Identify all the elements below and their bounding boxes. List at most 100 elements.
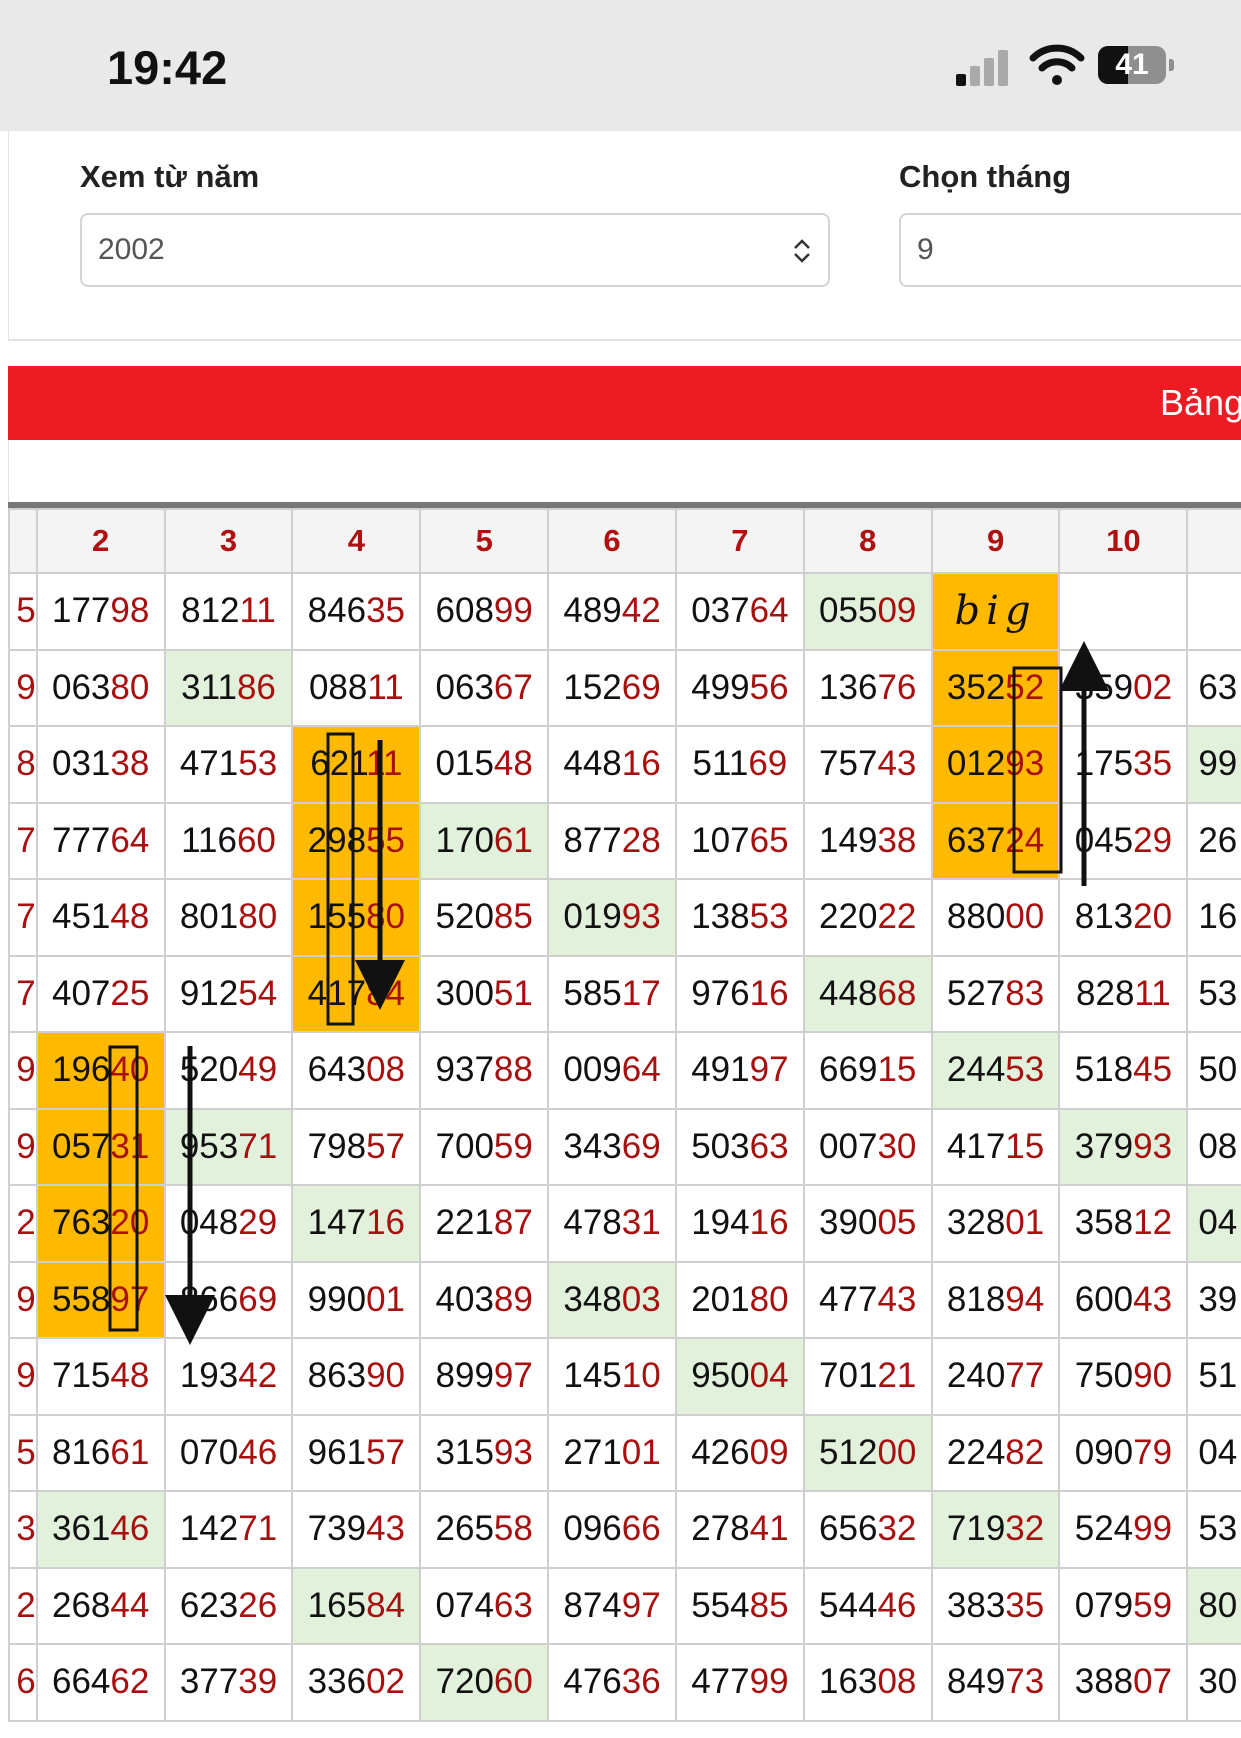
overflow-cell: 53 — [1186, 954, 1241, 1033]
result-prefix: 520 — [435, 897, 494, 937]
result-suffix: 67 — [493, 667, 533, 707]
month-select[interactable]: 9 — [899, 213, 1241, 287]
result-prefix: 763 — [51, 1203, 111, 1243]
result-suffix: 77 — [1005, 1356, 1045, 1396]
result-prefix: 511 — [692, 744, 749, 784]
result-cell: 16308 — [802, 1643, 933, 1722]
result-prefix: 739 — [307, 1509, 367, 1549]
result-prefix: 720 — [435, 1662, 494, 1702]
result-suffix: 80 — [110, 667, 150, 707]
result-cell: 84973 — [930, 1643, 1061, 1722]
result-suffix: 93 — [621, 897, 661, 937]
result-cell: 09666 — [547, 1490, 677, 1569]
table-row: 8 03138 47153 62111 01548 44816 51169 75743 0129… — [8, 725, 1241, 804]
result-cell: 14271 — [163, 1490, 294, 1569]
result-suffix: 84 — [366, 1585, 406, 1625]
result-cell: 47743 — [802, 1260, 933, 1339]
result-suffix: 69 — [621, 667, 661, 707]
result-suffix: 61 — [493, 820, 533, 860]
result-cell: 30051 — [419, 954, 550, 1033]
result-cell: 07463 — [419, 1566, 550, 1645]
result-cell: 07046 — [163, 1413, 294, 1492]
result-cell: 15269 — [547, 648, 677, 727]
result-suffix: 61 — [110, 1432, 150, 1472]
result-suffix: 90 — [366, 1356, 406, 1396]
result-prefix: 194 — [691, 1203, 750, 1243]
result-suffix: 08 — [366, 1050, 406, 1090]
result-cell: 93788 — [419, 1031, 550, 1110]
result-prefix: 846 — [307, 591, 367, 631]
result-cell: 77764 — [35, 801, 166, 880]
result-prefix: 701 — [819, 1356, 878, 1396]
column-header: 8 — [802, 508, 933, 574]
result-prefix: 165 — [307, 1585, 367, 1625]
result-prefix: 136 — [819, 667, 878, 707]
result-cell — [1058, 572, 1189, 651]
result-prefix: 278 — [691, 1509, 750, 1549]
result-cell: 14938 — [802, 801, 933, 880]
result-cell: 38807 — [1058, 1643, 1189, 1722]
result-cell: 60043 — [1058, 1260, 1189, 1339]
row-edge-value: 9 — [16, 1050, 36, 1090]
result-suffix: 64 — [749, 591, 789, 631]
result-suffix: 65 — [749, 820, 789, 860]
row-edge-cell: 5 — [8, 1413, 38, 1492]
table-header-row: 2 3 4 5 6 7 8 9 10 — [8, 508, 1241, 574]
result-suffix: 02 — [366, 1662, 406, 1702]
result-suffix: 22 — [877, 897, 917, 937]
result-prefix: 656 — [819, 1509, 878, 1549]
row-edge-cell: 6 — [8, 1643, 38, 1722]
table-title-banner: Bảng — [8, 366, 1241, 440]
result-suffix: 59 — [493, 1126, 533, 1166]
result-prefix: 045 — [1074, 820, 1134, 860]
result-prefix: 116 — [181, 820, 237, 860]
result-prefix: 145 — [563, 1356, 622, 1396]
result-cell: 75743 — [802, 725, 933, 804]
year-select[interactable]: 2002 — [80, 213, 830, 287]
result-suffix: 42 — [621, 591, 661, 631]
result-suffix: 53 — [1005, 1050, 1045, 1090]
overflow-cell: 39 — [1186, 1260, 1241, 1339]
column-header: 3 — [163, 508, 294, 574]
result-suffix: 32 — [1005, 1509, 1045, 1549]
result-prefix: 750 — [1074, 1356, 1134, 1396]
overflow-value: 63 — [1198, 667, 1238, 707]
result-suffix: 00 — [1005, 897, 1045, 937]
result-suffix: 46 — [877, 1585, 917, 1625]
result-prefix: 177 — [51, 591, 111, 631]
row-edge-cell: 2 — [8, 1184, 38, 1263]
result-prefix: 196 — [51, 1050, 111, 1090]
result-prefix: 265 — [435, 1509, 494, 1549]
result-cell: 06367 — [419, 648, 550, 727]
result-suffix: 43 — [1133, 1279, 1173, 1319]
result-prefix: 138 — [691, 897, 750, 937]
result-prefix: 074 — [435, 1585, 494, 1625]
result-suffix: 87 — [493, 1203, 533, 1243]
overflow-cell: 50 — [1186, 1031, 1241, 1110]
result-prefix: 937 — [435, 1050, 494, 1090]
result-prefix: 476 — [563, 1662, 622, 1702]
result-prefix: 448 — [819, 973, 878, 1013]
result-suffix: 69 — [748, 744, 788, 784]
result-prefix: 055 — [819, 591, 878, 631]
result-cell: 10765 — [674, 801, 805, 880]
result-cell: 34369 — [547, 1107, 677, 1186]
result-cell: 75090 — [1058, 1337, 1189, 1416]
result-suffix: 39 — [238, 1662, 278, 1702]
result-cell: 24453 — [930, 1031, 1061, 1110]
year-label: Xem từ năm — [80, 159, 260, 194]
result-cell: 22482 — [930, 1413, 1061, 1492]
result-suffix: 94 — [1005, 1279, 1045, 1319]
overflow-value: 08 — [1198, 1126, 1238, 1166]
result-prefix: 007 — [819, 1126, 878, 1166]
result-prefix: 377 — [179, 1662, 239, 1702]
result-cell: 62111 — [291, 725, 422, 804]
result-cell: 81661 — [35, 1413, 166, 1492]
result-suffix: 35 — [366, 591, 406, 631]
result-cell: 62326 — [163, 1566, 294, 1645]
results-table-wrap[interactable]: 2 3 4 5 6 7 8 9 10 5 17798 81211 84635 60899 48942 037… — [8, 502, 1241, 1738]
result-suffix: 24 — [1005, 820, 1045, 860]
result-cell: 51845 — [1058, 1031, 1189, 1110]
result-suffix: 35 — [1005, 1585, 1045, 1625]
result-cell: 41784 — [291, 954, 422, 1033]
